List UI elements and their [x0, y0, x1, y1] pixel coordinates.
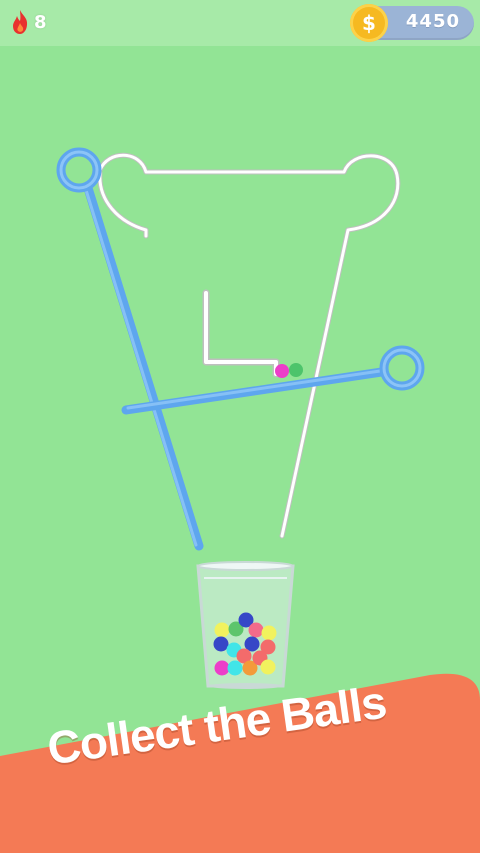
pull-pin-left[interactable] — [56, 147, 204, 551]
funnel-outline — [97, 152, 401, 539]
ball-green — [289, 363, 303, 377]
cup-ball — [260, 659, 276, 675]
cup-ball — [214, 622, 230, 638]
cup-ball — [214, 660, 230, 676]
cup-ball — [261, 625, 277, 641]
collection-cup — [196, 561, 295, 689]
cup-ball — [227, 660, 243, 676]
cup-ball — [213, 636, 229, 652]
ball-magenta — [275, 364, 289, 378]
cup-ball — [248, 622, 264, 638]
